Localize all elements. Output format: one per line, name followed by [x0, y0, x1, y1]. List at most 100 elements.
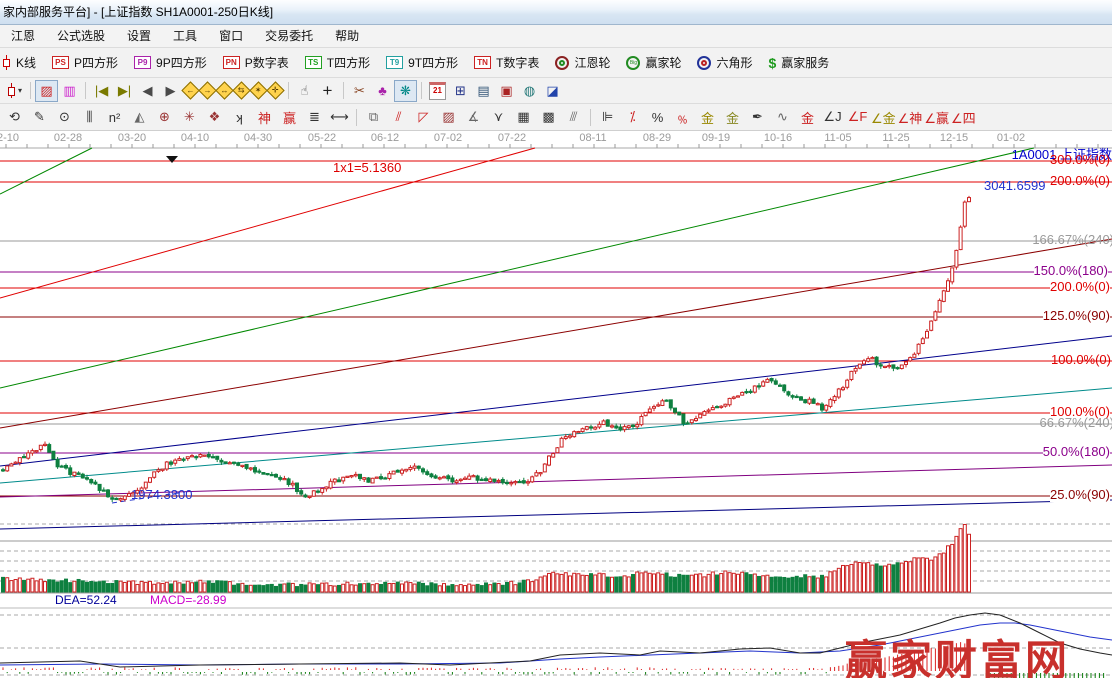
pen-tool-icon[interactable]: ✎: [27, 106, 52, 128]
menu-help[interactable]: 帮助: [324, 25, 370, 47]
ruler-123-icon[interactable]: ≣: [302, 106, 327, 128]
btn-t-square[interactable]: TST四方形: [305, 54, 370, 71]
hand-tool-icon[interactable]: ☝: [293, 80, 316, 102]
wave-icon[interactable]: ∿: [770, 106, 795, 128]
angle-fan-icon[interactable]: ∡: [461, 106, 486, 128]
btn-9t-square[interactable]: T9 9T四方形: [386, 54, 458, 71]
spider-web-icon[interactable]: ✳: [177, 106, 202, 128]
menu-gann[interactable]: 江恩: [0, 25, 46, 47]
grid-icon[interactable]: ▦: [511, 106, 536, 128]
candle-style-icon: [7, 83, 17, 98]
tree-tool-icon[interactable]: ♣: [371, 80, 394, 102]
percent-icon[interactable]: %: [645, 106, 670, 128]
menu-trade-order[interactable]: 交易委托: [254, 25, 324, 47]
menu-bar: 江恩公式选股设置工具窗口交易委托帮助: [0, 25, 1112, 48]
btn-kline[interactable]: K线: [2, 54, 36, 71]
boxed-web-icon[interactable]: ❖: [202, 106, 227, 128]
four-angle-icon[interactable]: ∠四: [950, 106, 977, 128]
erase-line-icon[interactable]: ✂: [348, 80, 371, 102]
next-icon[interactable]: ▶: [159, 80, 182, 102]
fan-lines-icon[interactable]: ⫽: [386, 106, 411, 128]
histogram-icon[interactable]: ▥: [58, 80, 81, 102]
calendar-icon[interactable]: 21: [426, 80, 449, 102]
star-center-icon[interactable]: ✶: [249, 81, 267, 99]
percent-drop-icon[interactable]: ⁒: [620, 106, 645, 128]
cycle-circle-icon[interactable]: ⊙: [52, 106, 77, 128]
hatch-box-icon[interactable]: ▨: [436, 106, 461, 128]
btn-t-number-table[interactable]: TNT数字表: [474, 54, 539, 71]
pattern-box-icon[interactable]: ▨: [35, 80, 58, 102]
prev-icon[interactable]: ◀: [136, 80, 159, 102]
box-tool-icon[interactable]: ⧉: [361, 106, 386, 128]
gold-lines-icon[interactable]: 金: [720, 106, 745, 128]
menu-formula-stock-pick[interactable]: 公式选股: [46, 25, 116, 47]
brain-analysis-icon[interactable]: ❋: [394, 80, 417, 102]
btn-winner-wheel[interactable]: Big赢家轮: [626, 54, 681, 71]
percent-lines-icon[interactable]: ﹪: [670, 106, 695, 128]
ying-tool-icon[interactable]: 赢: [277, 106, 302, 128]
date-axis: 2-1002-2803-2004-1004-3005-2206-1207-020…: [0, 131, 1112, 147]
export-web-icon[interactable]: ◍: [518, 80, 541, 102]
chart-style-dropdown[interactable]: ▾: [3, 80, 26, 102]
menu-settings[interactable]: 设置: [116, 25, 162, 47]
gann-level-label: 125.0%(90): [1043, 308, 1110, 323]
parallel-lines-icon[interactable]: ⫻: [561, 106, 586, 128]
btn-p-square-icon: PS: [52, 56, 69, 69]
btn-winner-service[interactable]: $赢家服务: [768, 54, 829, 71]
date-label: 04-10: [181, 132, 209, 144]
save-icon[interactable]: ▣: [495, 80, 518, 102]
ying-angle-icon[interactable]: ∠赢: [923, 106, 950, 128]
date-label: 07-02: [434, 132, 462, 144]
f-angle-icon[interactable]: ∠F: [845, 106, 870, 128]
date-label: 11-25: [882, 132, 909, 144]
last-page-icon[interactable]: ▶|: [113, 80, 136, 102]
date-label: 04-30: [244, 132, 272, 144]
dense-grid-icon[interactable]: ▩: [536, 106, 561, 128]
btn-p-number-table[interactable]: PNP数字表: [223, 54, 289, 71]
btn-9p-square[interactable]: P99P四方形: [134, 54, 207, 71]
cross-center-icon[interactable]: ✛: [266, 81, 284, 99]
btn-p-square[interactable]: PSP四方形: [52, 54, 118, 71]
flag-pen-icon[interactable]: ✒: [745, 106, 770, 128]
shen-angle-icon[interactable]: ∠神: [897, 106, 924, 128]
btn-p-number-table-label: P数字表: [245, 54, 289, 71]
gann-compass-icon[interactable]: ⊕: [152, 106, 177, 128]
expand-x-icon[interactable]: ↔: [215, 81, 233, 99]
btn-9t-square-label: 9T四方形: [408, 54, 458, 71]
price-ladder-icon[interactable]: ⊫: [595, 106, 620, 128]
gold-box-icon[interactable]: 金: [795, 106, 820, 128]
btn-9p-square-label: 9P四方形: [156, 54, 207, 71]
crosshair-tool-icon[interactable]: +: [316, 80, 339, 102]
menu-window[interactable]: 窗口: [208, 25, 254, 47]
spiral-tool-icon[interactable]: ⟲: [2, 106, 27, 128]
j-angle-icon[interactable]: ∠J: [820, 106, 845, 128]
first-page-icon[interactable]: |◀: [90, 80, 113, 102]
n-square-icon[interactable]: n²: [102, 106, 127, 128]
gann-level-label: 50.0%(180): [1043, 444, 1110, 459]
zigzag-icon[interactable]: ⋎: [486, 106, 511, 128]
btn-hexagon[interactable]: 六角形: [697, 54, 752, 71]
boxed-fan-icon[interactable]: ◸: [411, 106, 436, 128]
mirror-angle-icon[interactable]: ◭: [127, 106, 152, 128]
shift-left-icon[interactable]: ←: [181, 81, 199, 99]
btn-t-square-label: T四方形: [327, 54, 370, 71]
btn-winner-service-label: 赢家服务: [781, 54, 829, 71]
notepad-icon[interactable]: ▤: [472, 80, 495, 102]
shift-right-icon[interactable]: →: [198, 81, 216, 99]
k-prime-icon[interactable]: ʞ: [227, 106, 252, 128]
gold-angle-icon[interactable]: ∠金: [870, 106, 897, 128]
comb-lines-icon[interactable]: ⫼: [77, 106, 102, 128]
gold-circle-icon[interactable]: 金: [695, 106, 720, 128]
calculator-icon[interactable]: ⊞: [449, 80, 472, 102]
toolbar-separator: [356, 109, 357, 126]
btn-kline-label: K线: [16, 54, 36, 71]
gann-level-label: 66.67%(240): [1040, 415, 1112, 430]
shen-tool-icon[interactable]: 神: [252, 106, 277, 128]
gann-level-label: 200.0%(0): [1050, 173, 1110, 188]
measure-x-icon[interactable]: ⟷: [327, 106, 352, 128]
import-data-icon[interactable]: ◪: [541, 80, 564, 102]
compress-x-icon[interactable]: ⇆: [232, 81, 250, 99]
menu-tools[interactable]: 工具: [162, 25, 208, 47]
btn-gann-wheel[interactable]: 江恩轮: [555, 54, 610, 71]
btn-9t-square-icon: T9: [386, 56, 403, 69]
